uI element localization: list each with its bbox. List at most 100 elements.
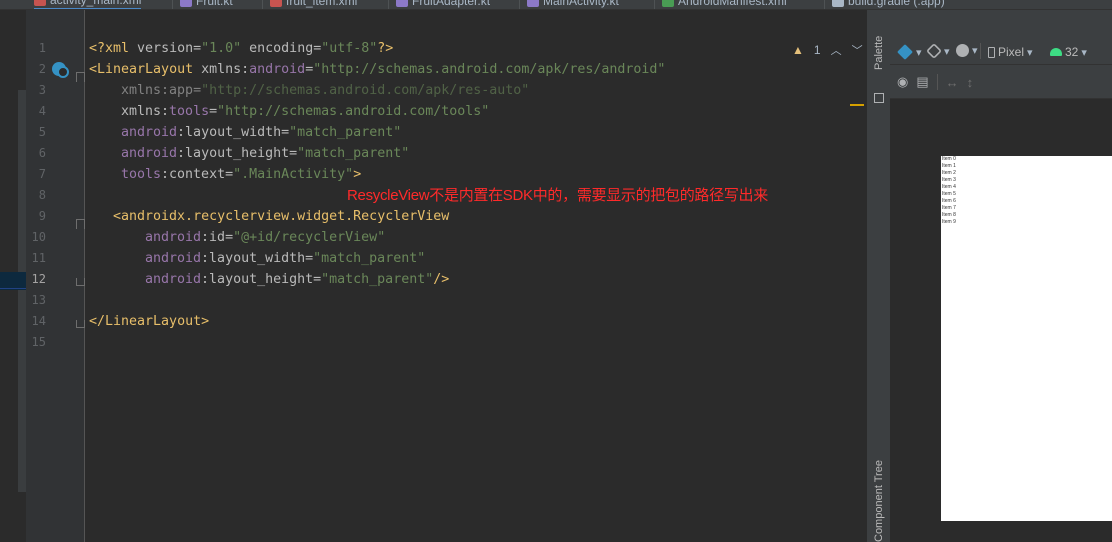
layout-design-panel: ▾ ▾ ▾ Pixel ▾ 32 ▾ ◉ ▤ ↔ ↕ Item 0 Item 1 Ite… xyxy=(890,10,1112,542)
tab-4[interactable]: MainActivity.kt xyxy=(527,0,619,9)
project-selection-underline xyxy=(0,288,26,289)
line-number: 7 xyxy=(38,167,46,181)
line-number: 11 xyxy=(31,251,46,265)
code-line-10: android:id="@+id/recyclerView" xyxy=(145,230,386,245)
chevron-down-icon: ▾ xyxy=(1027,46,1033,59)
line-number: 9 xyxy=(38,209,46,223)
fold-marker-recyclerview[interactable] xyxy=(76,219,85,229)
project-scrollbar[interactable] xyxy=(18,90,26,492)
recycler-item: Item 6 xyxy=(942,198,956,204)
device-selector[interactable]: Pixel ▾ xyxy=(988,45,1033,59)
palette-icon xyxy=(874,93,884,103)
api-level-selector[interactable]: 32 ▾ xyxy=(1050,45,1087,59)
line-gutter: 1 2 3 4 5 6 7 8 9 10 11 12 13 14 15 xyxy=(26,10,84,542)
chevron-down-icon: ▾ xyxy=(944,45,950,58)
horizontal-resize-icon[interactable]: ↔ xyxy=(946,75,959,90)
tab-separator xyxy=(519,0,520,9)
line-number: 14 xyxy=(31,314,46,328)
tab-5[interactable]: AndroidManifest.xml xyxy=(662,0,787,9)
chevron-down-icon: ▾ xyxy=(1081,46,1087,59)
design-surface-button[interactable]: ▾ xyxy=(897,44,922,60)
line-number: 13 xyxy=(31,293,46,307)
tab-separator xyxy=(654,0,655,9)
tab-separator xyxy=(824,0,825,9)
tab-6[interactable]: build.gradle (:app) xyxy=(832,0,945,9)
tab-2[interactable]: fruit_item.xml xyxy=(270,0,358,9)
inspection-widget[interactable]: ▲ 1 ︿ ﹀ xyxy=(792,42,863,58)
gradle-icon xyxy=(832,0,844,7)
code-line-7: tools:context=".MainActivity"> xyxy=(121,167,362,182)
tab-label: AndroidManifest.xml xyxy=(678,0,787,8)
tab-label: fruit_item.xml xyxy=(286,0,358,8)
line-number: 12 xyxy=(31,272,46,286)
vertical-resize-icon[interactable]: ↕ xyxy=(967,75,974,90)
line-number: 2 xyxy=(38,62,46,76)
layers-icon xyxy=(897,44,913,60)
tab-0[interactable]: activity_main.xml xyxy=(34,0,142,9)
tab-label: build.gradle (:app) xyxy=(848,0,945,8)
chevron-down-icon: ▾ xyxy=(916,46,922,59)
warning-scroll-marker[interactable] xyxy=(850,104,864,106)
red-annotation: ResycleView不是内置在SDK中的，需要显示的把包的路径写出来 xyxy=(347,187,768,204)
tab-1[interactable]: Fruit.kt xyxy=(180,0,233,9)
code-line-5: android:layout_width="match_parent" xyxy=(121,125,402,140)
tab-label: MainActivity.kt xyxy=(543,0,619,8)
toolbar-divider xyxy=(936,74,938,90)
line-number: 6 xyxy=(38,146,46,160)
api-label: 32 xyxy=(1065,45,1079,59)
layout-preview-gutter-icon[interactable] xyxy=(52,62,69,78)
device-label: Pixel xyxy=(998,45,1025,59)
line-number: 15 xyxy=(31,335,46,349)
design-side-strip: Palette Component Tree xyxy=(866,10,890,542)
recycler-item: Item 2 xyxy=(942,170,956,176)
tab-separator xyxy=(262,0,263,9)
recycler-item: Item 3 xyxy=(942,177,956,183)
recycler-item: Item 5 xyxy=(942,191,956,197)
code-line-12: android:layout_height="match_parent"/> xyxy=(145,272,450,287)
component-tree-tab[interactable]: Component Tree xyxy=(873,460,885,542)
tab-3[interactable]: FruitAdapter.kt xyxy=(396,0,491,9)
orientation-button[interactable]: ▾ xyxy=(926,43,950,59)
line-number: 8 xyxy=(38,188,46,202)
line-number: 5 xyxy=(38,125,46,139)
blueprint-icon[interactable]: ▤ xyxy=(916,74,928,90)
toolbar-divider xyxy=(980,43,981,59)
toolbar-divider xyxy=(890,64,1112,65)
warning-count: 1 xyxy=(813,43,821,57)
chevron-down-icon[interactable]: ﹀ xyxy=(852,42,863,58)
code-line-2: <LinearLayout xmlns:android="http://sche… xyxy=(89,62,666,77)
kotlin-icon xyxy=(396,0,408,7)
tab-label: Fruit.kt xyxy=(196,0,233,8)
line-number: 1 xyxy=(38,41,46,55)
editor-tab-bar: activity_main.xml Fruit.kt fruit_item.xml F… xyxy=(0,0,1112,10)
chevron-up-icon[interactable]: ︿ xyxy=(831,42,842,58)
recycler-item: Item 1 xyxy=(942,163,956,169)
code-line-14: </LinearLayout> xyxy=(89,314,210,329)
fold-end-recyclerview[interactable] xyxy=(76,278,85,286)
fold-marker-linearlayout[interactable] xyxy=(76,72,85,82)
xml-layout-icon xyxy=(34,0,46,6)
code-editor[interactable]: 1 2 3 4 5 6 7 8 9 10 11 12 13 14 15 <?xml version="1.0… xyxy=(26,10,866,542)
line-number: 3 xyxy=(38,83,46,97)
project-panel-edge xyxy=(0,10,26,542)
recycler-item: Item 7 xyxy=(942,205,956,211)
kotlin-icon xyxy=(180,0,192,7)
tab-separator xyxy=(388,0,389,9)
chevron-down-icon: ▾ xyxy=(972,45,978,57)
manifest-icon xyxy=(662,0,674,7)
phone-icon xyxy=(988,46,995,58)
device-preview[interactable]: Item 0 Item 1 Item 2 Item 3 Item 4 Item 5 Item… xyxy=(941,156,1112,521)
fold-end-linearlayout[interactable] xyxy=(76,320,85,328)
recycler-item: Item 9 xyxy=(942,219,956,225)
android-icon xyxy=(1050,48,1062,56)
night-mode-button[interactable]: ▾ xyxy=(956,44,978,57)
theme-icon xyxy=(956,44,969,57)
recycler-item: Item 0 xyxy=(942,156,956,162)
palette-tab[interactable]: Palette xyxy=(873,36,885,70)
eye-icon[interactable]: ◉ xyxy=(897,74,908,90)
tab-label: FruitAdapter.kt xyxy=(412,0,491,8)
gutter-divider xyxy=(84,10,85,542)
tab-separator xyxy=(172,0,173,9)
recycler-item: Item 8 xyxy=(942,212,956,218)
xml-layout-icon xyxy=(270,0,282,7)
